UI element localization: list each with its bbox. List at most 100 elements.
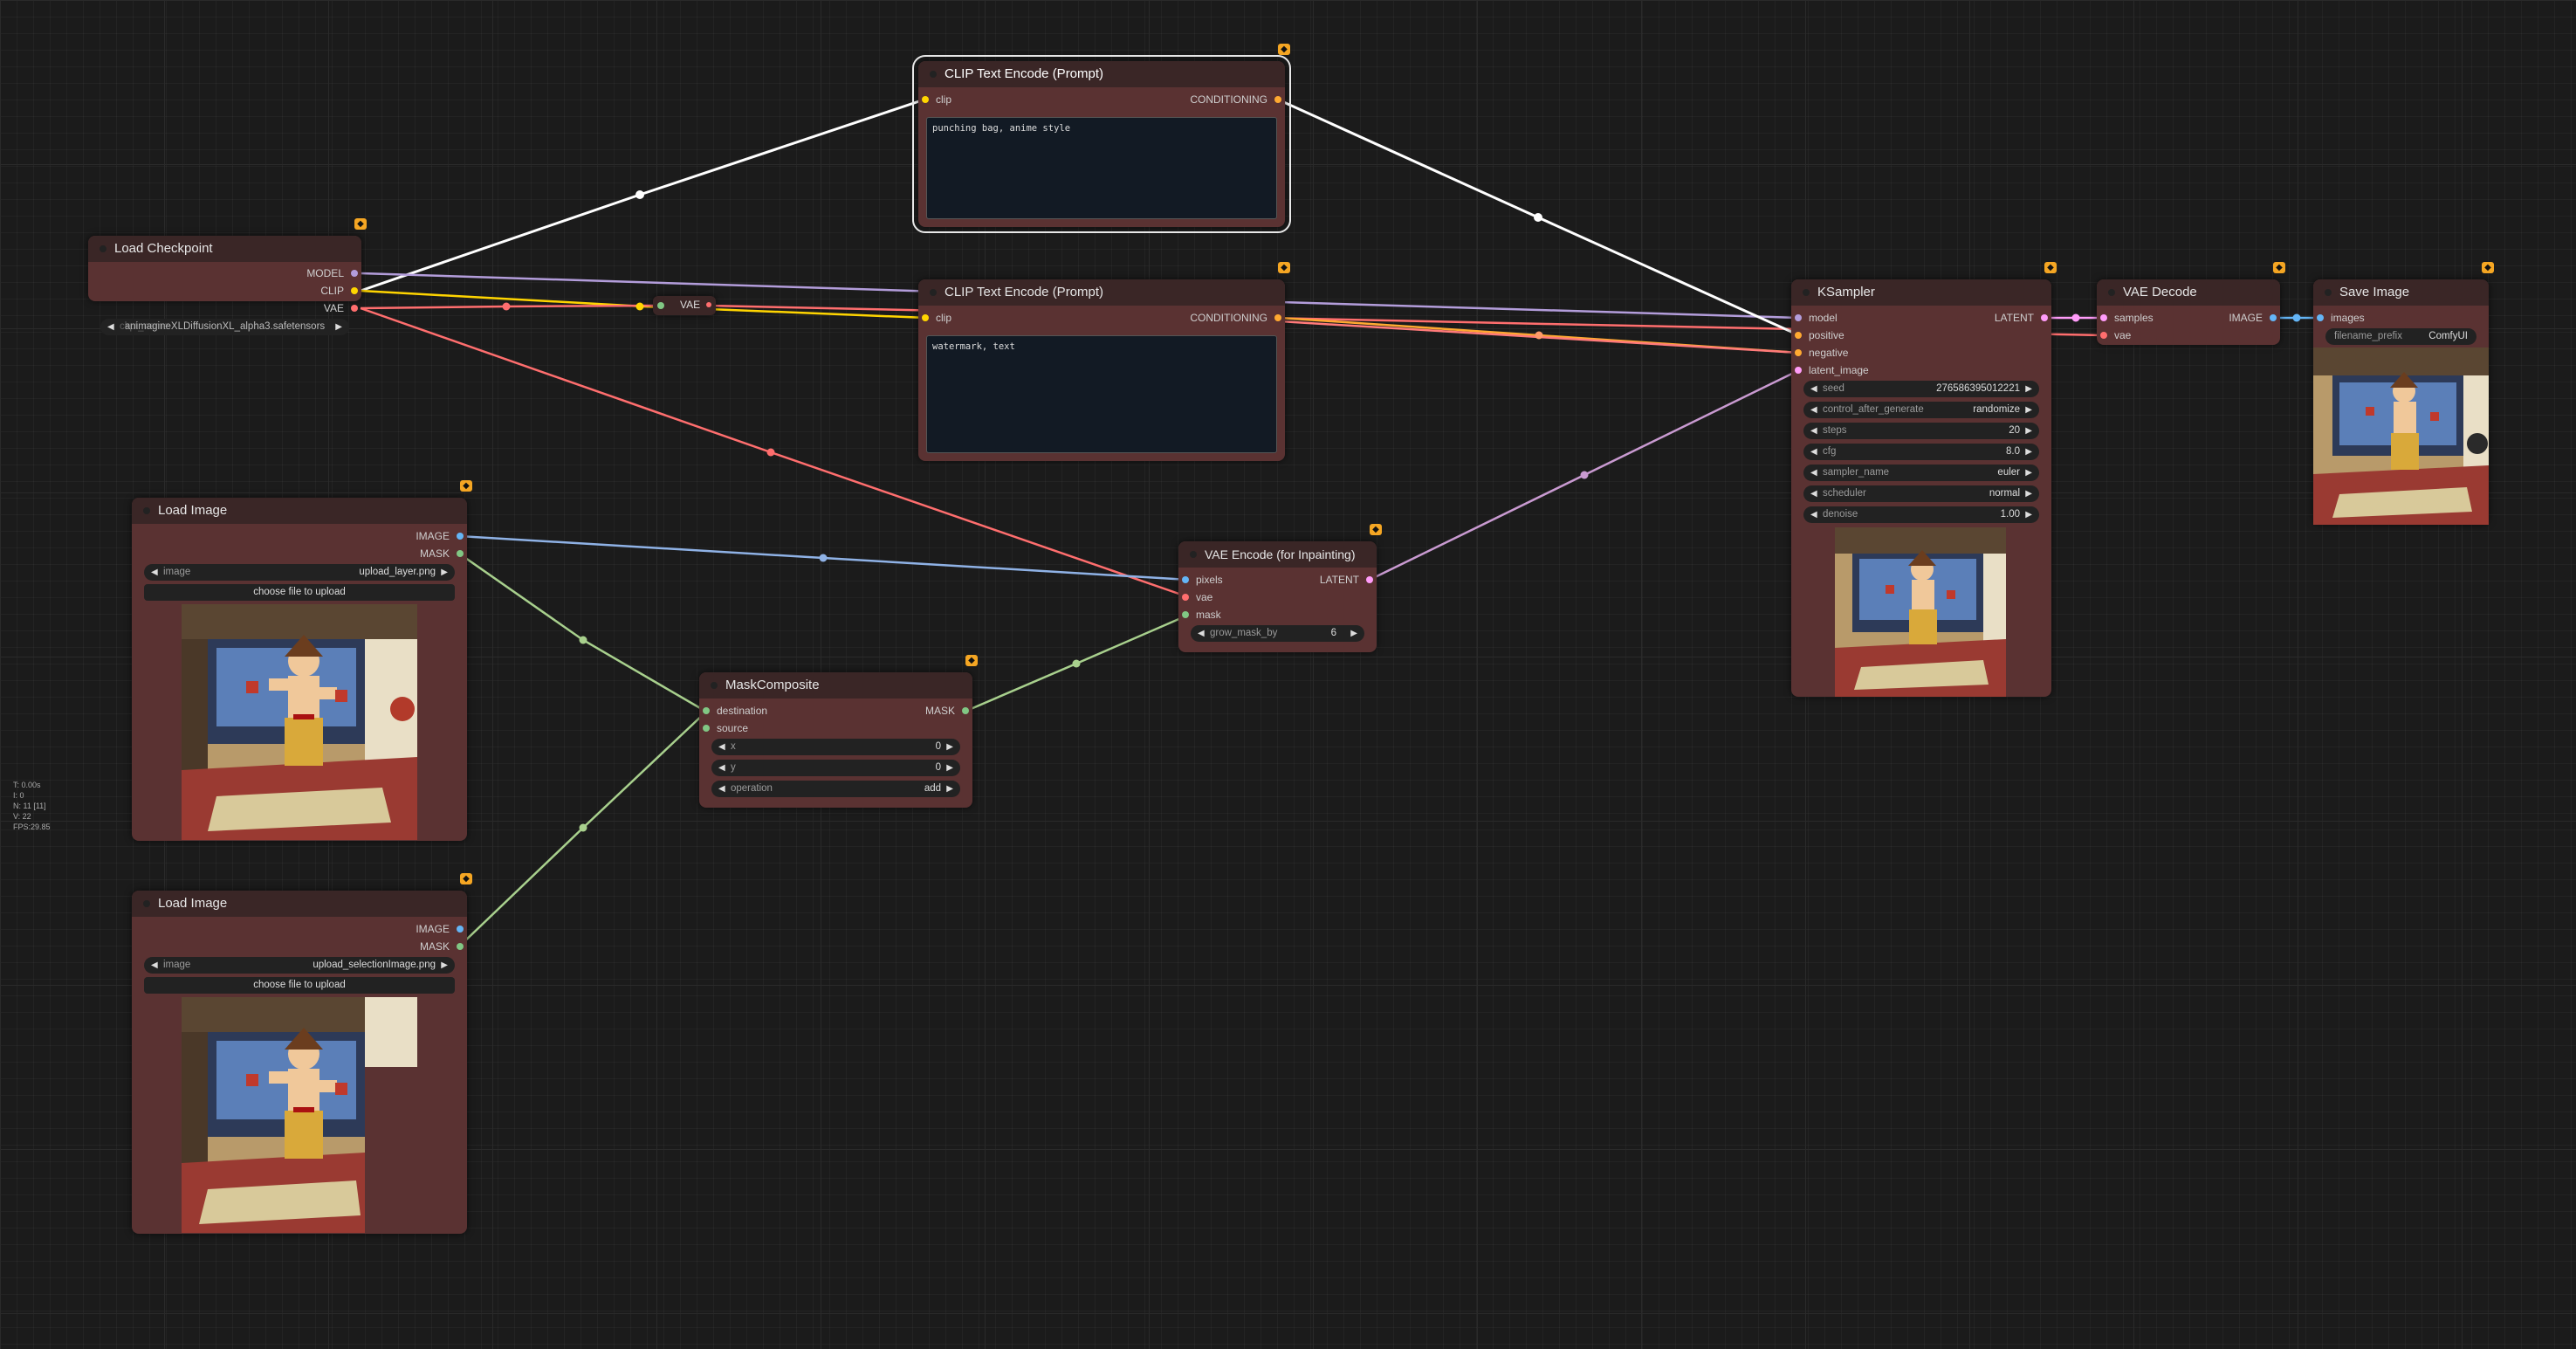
node-title[interactable]: Save Image [2313,279,2489,306]
slot-dot-icon[interactable] [2270,314,2277,321]
arrow-right-icon[interactable]: ▶ [946,781,953,797]
arrow-left-icon[interactable]: ◀ [151,957,158,974]
node-title[interactable]: Load Image [132,498,467,524]
input-latent-image[interactable]: latent_image [1791,361,1869,379]
node-title[interactable]: VAE Encode (for Inpainting) [1178,541,1377,568]
output-vae[interactable]: VAE [324,299,361,317]
arrow-right-icon[interactable]: ▶ [946,760,953,776]
arrow-left-icon[interactable]: ◀ [1810,381,1817,397]
node-clip-text-encode-positive[interactable]: ◆ CLIP Text Encode (Prompt) clip CONDITI… [912,44,1291,233]
node-title[interactable]: Load Checkpoint [88,236,361,262]
filename-prefix-field[interactable]: filename_prefix ComfyUI [2325,328,2476,345]
ckpt-name-combo[interactable]: ◀ ckpt_name animagineXLDiffusionXL_alpha… [100,319,349,335]
node-load-image-1[interactable]: ◆ Load Image IMAGE MASK ◀ image upload_l… [132,480,472,841]
arrow-right-icon[interactable]: ▶ [2025,465,2032,481]
link-midpoint[interactable] [635,302,644,311]
arrow-left-icon[interactable]: ◀ [151,564,158,581]
slot-dot-icon[interactable] [457,943,464,950]
arrow-right-icon[interactable]: ▶ [2025,444,2032,460]
upload-button[interactable]: choose file to upload [144,584,455,601]
node-title[interactable]: MaskComposite [699,672,972,699]
node-load-image-2[interactable]: ◆ Load Image IMAGE MASK ◀ image upload_s… [132,873,472,1234]
node-vae-decode[interactable]: ◆ VAE Decode samples vae IMAGE [2097,262,2285,345]
output-image[interactable]: IMAGE [2229,309,2280,327]
slot-dot-icon[interactable] [1274,96,1281,103]
output-conditioning[interactable]: CONDITIONING [1190,309,1285,327]
node-title[interactable]: Load Image [132,891,467,917]
image-combo[interactable]: ◀ image upload_layer.png ▶ [144,564,455,581]
input-source[interactable]: source [699,719,748,737]
link-midpoint[interactable] [2292,313,2301,322]
slot-dot-icon[interactable] [457,533,464,540]
arrow-right-icon[interactable]: ▶ [441,564,448,581]
link-clip-negative[interactable] [360,289,928,320]
collapse-dot-icon[interactable] [2325,289,2332,296]
link-mask-composite[interactable] [964,613,1190,713]
collapse-dot-icon[interactable] [143,900,150,907]
arrow-right-icon[interactable]: ▶ [2025,506,2032,523]
arrow-left-icon[interactable]: ◀ [718,760,725,776]
x-number-widget[interactable]: ◀ x 0 ▶ [711,739,960,755]
denoise-widget[interactable]: ◀ denoise 1.00 ▶ [1803,506,2039,523]
input-images[interactable]: images [2313,309,2365,327]
prompt-textarea[interactable]: punching bag, anime style [926,117,1277,219]
slot-dot-icon[interactable] [703,707,710,714]
scheduler-combo[interactable]: ◀ scheduler normal ▶ [1803,485,2039,502]
arrow-left-icon[interactable]: ◀ [1810,423,1817,439]
arrow-left-icon[interactable]: ◀ [1810,444,1817,460]
link-negative-b[interactable] [1279,320,1800,354]
collapse-dot-icon[interactable] [1803,289,1810,296]
output-mask[interactable]: MASK [925,702,972,719]
arrow-left-icon[interactable]: ◀ [1810,402,1817,418]
prompt-textarea[interactable]: watermark, text [926,335,1277,453]
slot-dot-icon[interactable] [1795,367,1802,374]
output-image[interactable]: IMAGE [416,920,467,938]
arrow-right-icon[interactable]: ▶ [2025,485,2032,502]
arrow-left-icon[interactable]: ◀ [1810,485,1817,502]
slot-dot-icon[interactable] [1182,611,1189,618]
image-combo[interactable]: ◀ image upload_selectionImage.png ▶ [144,957,455,974]
slot-dot-icon[interactable] [962,707,969,714]
reroute-in-dot-icon[interactable] [657,302,664,309]
collapse-dot-icon[interactable] [100,245,106,252]
input-positive[interactable]: positive [1791,327,1844,344]
slot-dot-icon[interactable] [2100,332,2107,339]
link-midpoint[interactable] [1534,213,1542,222]
slot-dot-icon[interactable] [2041,314,2048,321]
steps-widget[interactable]: ◀ steps 20 ▶ [1803,423,2039,439]
collapse-dot-icon[interactable] [711,682,718,689]
input-pixels[interactable]: pixels [1178,571,1223,588]
slot-dot-icon[interactable] [1274,314,1281,321]
link-midpoint[interactable] [819,554,828,562]
arrow-right-icon[interactable]: ▶ [2025,423,2032,439]
slot-dot-icon[interactable] [2100,314,2107,321]
output-model[interactable]: MODEL [306,265,361,282]
output-image[interactable]: IMAGE [416,527,467,545]
slot-dot-icon[interactable] [703,725,710,732]
arrow-left-icon[interactable]: ◀ [718,739,725,755]
output-clip[interactable]: CLIP [320,282,361,299]
node-title[interactable]: VAE Decode [2097,279,2280,306]
seed-widget[interactable]: ◀ seed 276586395012221 ▶ [1803,381,2039,397]
input-clip[interactable]: clip [918,309,951,327]
input-negative[interactable]: negative [1791,344,1848,361]
node-clip-text-encode-negative[interactable]: ◆ CLIP Text Encode (Prompt) clip CONDITI… [918,262,1290,461]
input-destination[interactable]: destination [699,702,767,719]
link-clip-positive[interactable] [360,98,925,293]
arrow-right-icon[interactable]: ▶ [441,957,448,974]
input-vae[interactable]: vae [2097,327,2131,344]
node-mask-composite[interactable]: ◆ MaskComposite destination source MASK … [699,655,978,808]
slot-dot-icon[interactable] [922,96,929,103]
grow-mask-by-widget[interactable]: ◀ grow_mask_by 6 ▶ [1191,625,1364,642]
node-reroute[interactable]: VAE [653,296,716,315]
arrow-left-icon[interactable]: ◀ [718,781,725,797]
input-clip[interactable]: clip [918,91,951,108]
slot-dot-icon[interactable] [1795,332,1802,339]
link-mask-destination[interactable] [458,552,707,713]
link-mask-source[interactable] [458,711,707,947]
input-model[interactable]: model [1791,309,1838,327]
control-after-generate-combo[interactable]: ◀ control_after_generate randomize ▶ [1803,402,2039,418]
link-negative[interactable] [1279,316,1800,354]
node-title[interactable]: CLIP Text Encode (Prompt) [918,61,1285,87]
operation-combo[interactable]: ◀ operation add ▶ [711,781,960,797]
